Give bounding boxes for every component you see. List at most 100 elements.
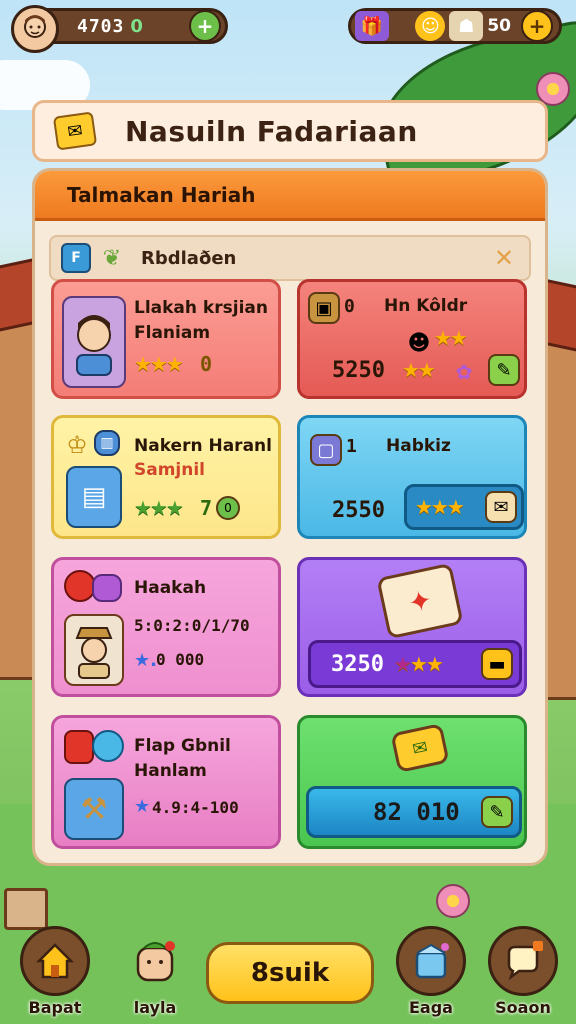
- purple-cloth-icon: [92, 574, 122, 602]
- character-portrait-icon: [64, 614, 124, 686]
- gem-amount: 50: [487, 16, 511, 36]
- gold-bar-icon: ▬: [481, 648, 513, 680]
- filter-icon[interactable]: F: [61, 243, 91, 273]
- coin-counter: 4703 0 +: [11, 5, 228, 53]
- chest-icon: ▣: [308, 292, 340, 324]
- gift-pack-icon: ✦: [376, 562, 464, 640]
- shop-card-3[interactable]: ♔ ▥ ▤ Nakern Haranl Samjnil ★★★ 7 0: [51, 415, 281, 539]
- shop-card-4[interactable]: ▢ 1 Habkiz 2550 ★★★ ✉: [297, 415, 527, 539]
- house-icon: [20, 926, 90, 996]
- pet-icon: [120, 926, 190, 996]
- card-title: Nakern Haranl: [134, 436, 272, 456]
- card-stat-line2: 0 000: [156, 650, 205, 669]
- present-icon: ✉: [485, 491, 517, 523]
- shop-card-5[interactable]: Haakah 5:0:2:0/1/70 ★. 0 000: [51, 557, 281, 697]
- card-price: 2550: [332, 498, 385, 523]
- shop-card-8[interactable]: ✉ 82 010 ✎: [297, 715, 527, 849]
- coin-sub-amount: 0: [130, 15, 143, 37]
- bottom-navigation: Bapat layla 8suik Eaga Soaon: [0, 924, 576, 1024]
- card-title-line2: Flaniam: [134, 323, 211, 343]
- character-icon: ☗: [449, 11, 484, 41]
- nav-label: Bapat: [28, 998, 82, 1017]
- card-price: 3250: [331, 651, 384, 677]
- shop-panel: Talmakan Hariah F ❦ Rbdlaðen ✕ Llakah kr…: [32, 168, 548, 866]
- gift-box-icon[interactable]: 🎁: [355, 11, 389, 41]
- price-tag: 82 010 ✎: [306, 786, 522, 838]
- nav-item-social[interactable]: Soaon: [482, 926, 564, 1018]
- rating-stars: ★★★: [134, 496, 184, 520]
- card-price: 5250: [332, 358, 385, 383]
- close-icon[interactable]: ✕: [489, 243, 519, 273]
- scroll-icon: ✎: [481, 796, 513, 828]
- card-stat-line1: 5:0:2:0/1/70: [134, 616, 250, 635]
- flower-decoration: [436, 884, 470, 918]
- panel-heading: Talmakan Hariah: [67, 182, 256, 207]
- rating-stars: ★★★: [134, 352, 184, 376]
- chat-bubble-icon: [488, 926, 558, 996]
- flower-bundle-icon: ✿: [455, 360, 473, 384]
- center-action-button[interactable]: 8suik: [206, 942, 374, 1004]
- panel-header: Talmakan Hariah: [35, 171, 545, 221]
- cute-creature-icon: ☻: [407, 330, 431, 356]
- title-banner: ✉ Nasuiln Fadariaan: [32, 100, 548, 162]
- nav-item-home[interactable]: Bapat: [14, 926, 96, 1018]
- player-avatar[interactable]: [11, 5, 59, 53]
- card-pack-icon: ▢: [310, 434, 342, 466]
- price-tag: 3250 ★★★ ▬: [308, 640, 522, 688]
- price-tag: ★★★ ✉: [404, 484, 524, 530]
- card-title-line1: Flap Gbnil: [134, 736, 231, 756]
- card-title-line2: Hanlam: [134, 761, 207, 781]
- nav-item-pet[interactable]: layla: [114, 926, 196, 1018]
- card-value: 7: [200, 496, 213, 520]
- ticket-icon: ✉: [52, 111, 98, 151]
- map-scroll-icon: ⚒: [64, 778, 124, 840]
- coin-amount: 4703: [77, 15, 125, 37]
- card-title: Haakah: [134, 578, 207, 598]
- nav-label: Eaga: [409, 998, 453, 1017]
- center-button-label: 8suik: [250, 958, 330, 988]
- shopping-box-icon: [396, 926, 466, 996]
- panel-subheading: Rbdlaðen: [141, 247, 237, 269]
- blue-orb-icon: [92, 730, 124, 762]
- add-gems-button[interactable]: +: [521, 10, 553, 42]
- page-title: Nasuiln Fadariaan: [125, 114, 418, 148]
- rating-stars: ★★★: [415, 495, 465, 519]
- envelope-ticket-icon: ✉: [390, 723, 450, 773]
- card-badge-count: 1: [346, 436, 357, 457]
- scroll-icon: ✎: [488, 354, 520, 386]
- shop-card-1[interactable]: Llakah krsjian Flaniam ★★★ 0: [51, 279, 281, 399]
- card-title: Llakah krsjian Flaniam: [134, 296, 268, 346]
- panel-subheader: F ❦ Rbdlaðen ✕: [49, 235, 531, 281]
- leaf-icon: ❦: [102, 245, 122, 271]
- nav-label: Soaon: [495, 998, 551, 1017]
- card-title-line1: Llakah krsjian: [134, 298, 268, 318]
- top-resource-bar: 4703 0 + 🎁 ☺ ☗ 50 +: [11, 4, 562, 53]
- card-subtitle: Samjnil: [134, 460, 206, 480]
- add-coins-button[interactable]: +: [189, 10, 221, 42]
- star-glyph: ★.: [134, 650, 157, 671]
- trophy-icon: ♔: [66, 431, 88, 459]
- card-title: Hn Kôldr: [384, 296, 468, 316]
- rating-stars: ★★: [402, 358, 436, 382]
- shop-card-2[interactable]: ▣ 0 Hn Kôldr ☻ ★★ 5250 ★★ ✿ ✎: [297, 279, 527, 399]
- star-glyph: ★: [134, 796, 151, 817]
- red-gem-icon: [64, 730, 94, 764]
- shop-card-6[interactable]: ✦ 3250 ★★★ ▬: [297, 557, 527, 697]
- card-badge-count: 0: [344, 296, 355, 317]
- gold-coin-icon: ☺: [415, 11, 446, 41]
- card-title: Habkiz: [386, 436, 451, 456]
- card-price: 82 010: [373, 798, 460, 826]
- green-coin-icon: 0: [216, 496, 240, 520]
- rating-stars: ★★★: [393, 652, 444, 676]
- character-portrait-icon: [62, 296, 126, 388]
- card-title: Flap Gbnil Hanlam: [134, 734, 231, 784]
- rating-stars: ★★: [434, 326, 468, 350]
- book-icon: ▥: [94, 430, 120, 456]
- nav-item-shop[interactable]: Eaga: [390, 926, 472, 1018]
- card-stat-line1: 4.9:4-100: [152, 798, 239, 817]
- card-value: 0: [200, 352, 213, 376]
- shop-card-7[interactable]: ⚒ Flap Gbnil Hanlam ★ 4.9:4-100: [51, 715, 281, 849]
- blue-jar-icon: ▤: [66, 466, 122, 528]
- nav-label: layla: [133, 998, 177, 1017]
- gem-counter: 🎁 ☺ ☗ 50 +: [348, 8, 562, 44]
